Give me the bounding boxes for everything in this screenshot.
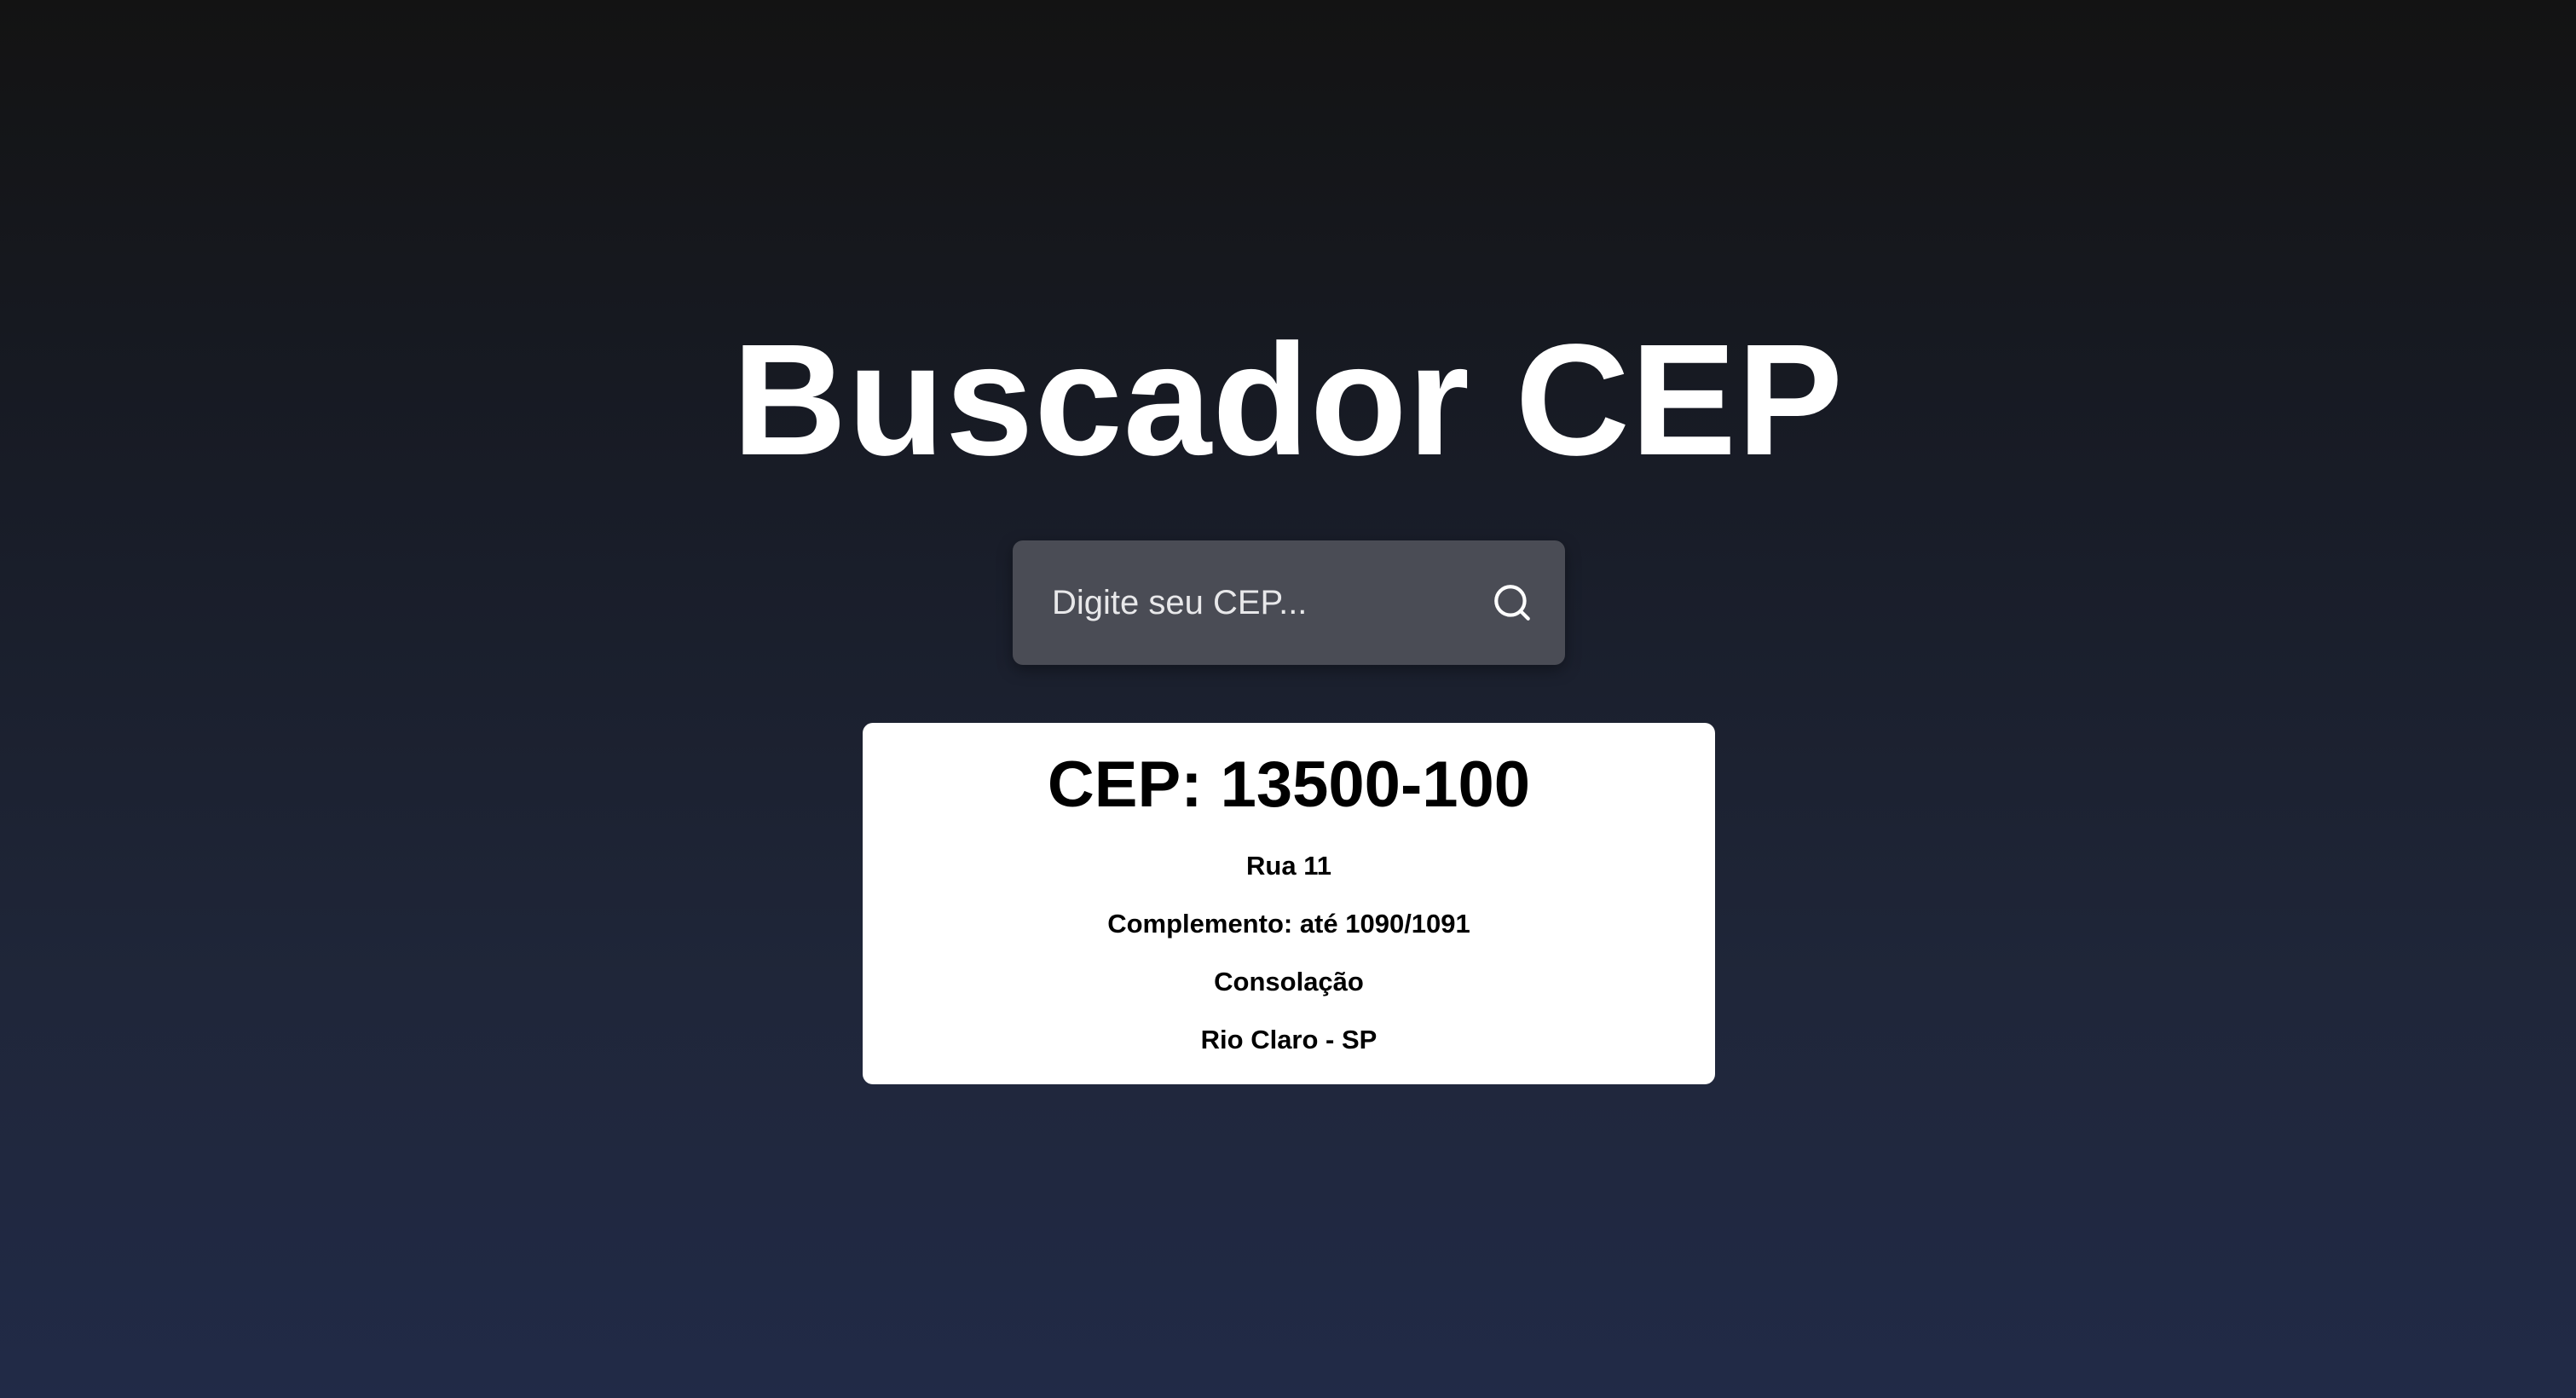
result-street: Rua 11 [1246,851,1331,881]
result-card: CEP: 13500-100 Rua 11 Complemento: até 1… [863,723,1715,1084]
search-button[interactable] [1470,560,1555,645]
result-neighborhood: Consolação [1214,967,1364,997]
search-icon [1491,581,1533,624]
page-container: Buscador CEP CEP: 13500-100 Rua 11 Compl… [0,0,2576,1398]
page-title: Buscador CEP [731,312,1844,488]
cep-search-input[interactable] [1052,540,1453,665]
search-box [1013,540,1565,665]
result-complement: Complemento: até 1090/1091 [1107,909,1470,939]
result-cep: CEP: 13500-100 [1047,748,1531,821]
result-city-state: Rio Claro - SP [1200,1025,1378,1054]
